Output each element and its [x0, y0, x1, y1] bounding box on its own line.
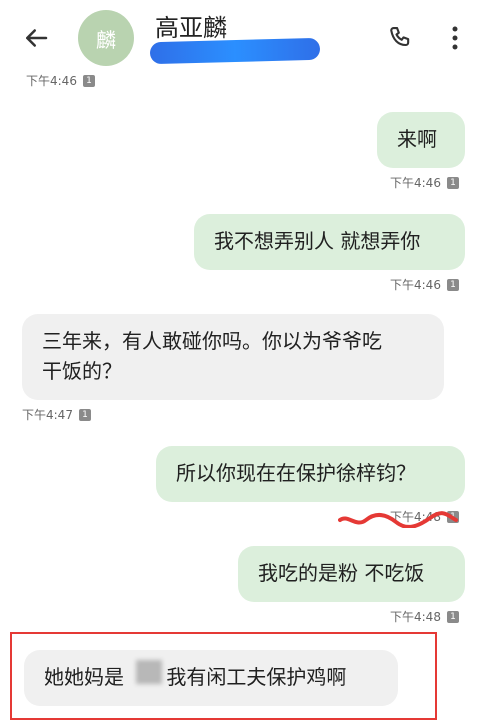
message-meta: 下午4:46 1: [390, 276, 459, 293]
phone-icon: [390, 27, 410, 47]
contact-name: 高亚麟: [155, 14, 227, 42]
more-vertical-icon: [452, 26, 458, 50]
sim-badge-icon: 1: [82, 74, 95, 87]
outgoing-message[interactable]: 我不想弄别人 就想弄你: [194, 214, 465, 270]
message-text-continuation: 我有闲工夫保护鸡啊: [166, 665, 347, 689]
back-arrow-icon: [26, 29, 48, 47]
message-meta: 下午4:46 1: [26, 72, 95, 89]
message-meta: 下午4:47 1: [22, 406, 91, 423]
message-time: 下午4:47: [22, 408, 73, 422]
message-meta: 下午4:46 1: [390, 174, 459, 191]
message-time: 下午4:46: [26, 74, 77, 88]
incoming-message[interactable]: 三年来，有人敢碰你吗。你以为爷爷吃 干饭的？: [22, 314, 444, 400]
message-time: 下午4:46: [390, 278, 441, 292]
blurred-text-mask: [136, 660, 162, 684]
sim-badge-icon: 1: [446, 278, 459, 291]
message-text: 她她妈是: [44, 665, 124, 689]
red-scribble: [338, 511, 458, 528]
sim-badge-icon: 1: [446, 610, 459, 623]
sim-badge-icon: 1: [446, 176, 459, 189]
avatar-text: 麟: [96, 27, 116, 52]
contact-avatar[interactable]: 麟: [78, 10, 134, 66]
outgoing-message[interactable]: 来啊: [377, 112, 465, 168]
outgoing-message[interactable]: 我吃的是粉 不吃饭: [238, 546, 465, 602]
sim-badge-icon: 1: [78, 408, 91, 421]
more-button[interactable]: [440, 20, 470, 56]
message-text: 我吃的是粉 不吃饭: [258, 561, 425, 585]
message-text: 所以你现在在保护徐梓钧？: [176, 461, 416, 485]
message-text: 来啊: [397, 127, 437, 151]
message-text: 我不想弄别人 就想弄你: [214, 229, 421, 253]
message-time: 下午4:48: [390, 610, 441, 624]
redaction-mark: [149, 37, 321, 65]
chat-header: 麟 高亚麟: [0, 0, 488, 76]
outgoing-message[interactable]: 所以你现在在保护徐梓钧？: [156, 446, 465, 502]
message-text-line: 干饭的？: [42, 359, 122, 383]
call-button[interactable]: [382, 20, 418, 56]
message-meta: 下午4:48 1: [390, 608, 459, 625]
message-time: 下午4:46: [390, 176, 441, 190]
message-text-line: 三年来，有人敢碰你吗。你以为爷爷吃: [42, 329, 382, 353]
incoming-message[interactable]: 她她妈是 我有闲工夫保护鸡啊: [24, 650, 398, 706]
back-button[interactable]: [16, 18, 56, 58]
